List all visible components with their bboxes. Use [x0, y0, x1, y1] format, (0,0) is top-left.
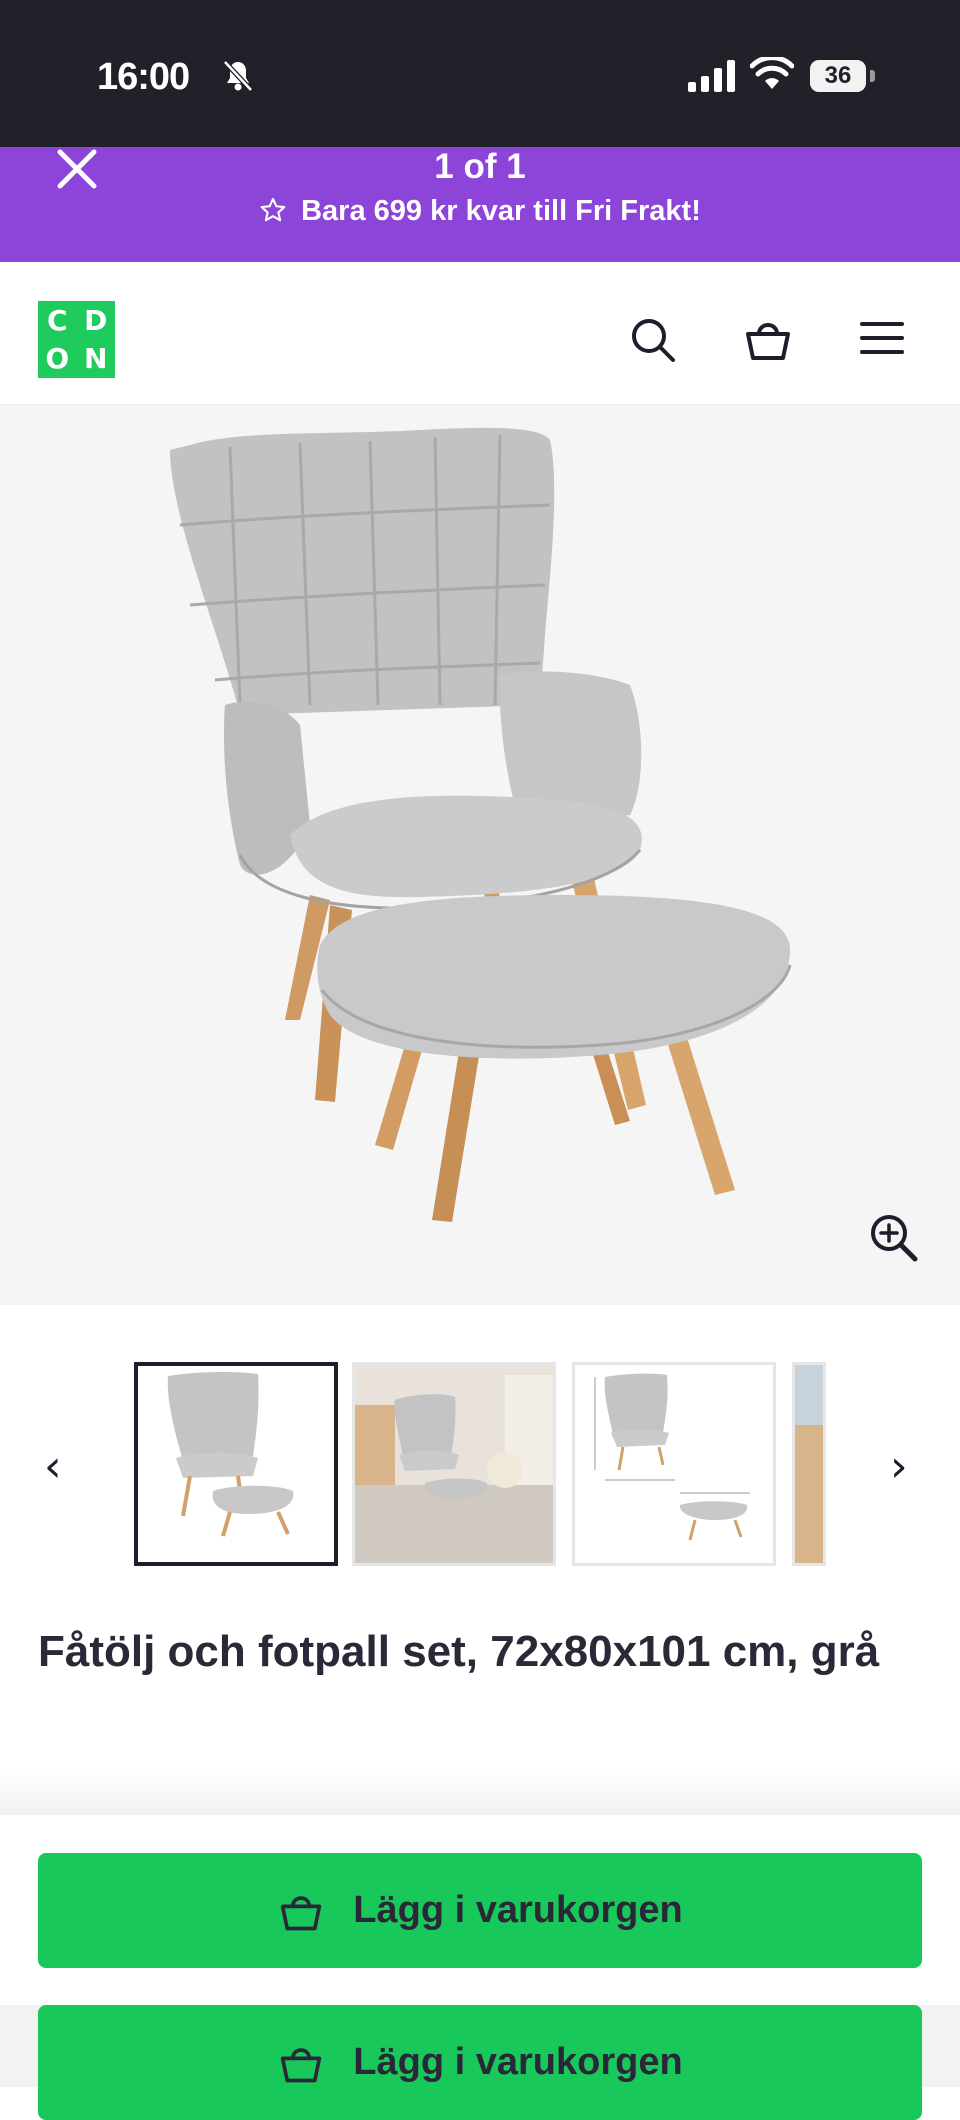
thumbnail-next-arrow[interactable]: › — [890, 1445, 908, 1489]
close-icon[interactable] — [54, 146, 100, 192]
thumbnail-3[interactable] — [572, 1362, 776, 1566]
add-to-cart-label: Lägg i varukorgen — [353, 2041, 683, 2083]
thumbnail-room-image — [355, 1365, 553, 1563]
search-icon[interactable] — [628, 315, 678, 365]
battery-tip — [870, 70, 875, 82]
add-to-cart-label: Lägg i varukorgen — [353, 1889, 683, 1931]
logo-letter: O — [45, 342, 70, 376]
zoom-in-icon[interactable] — [868, 1212, 920, 1264]
thumbnail-2[interactable] — [352, 1362, 556, 1566]
add-to-cart-button[interactable]: Lägg i varukorgen — [38, 1853, 922, 1968]
thumbnail-room-partial-image — [795, 1365, 823, 1563]
product-title: Fåtölj och fotpall set, 72x80x101 cm, gr… — [38, 1627, 880, 1676]
promo-message-row: Bara 699 kr kvar till Fri Frakt! — [0, 191, 960, 231]
promo-counter: 1 of 1 — [434, 147, 526, 186]
cart-icon[interactable] — [742, 314, 794, 364]
star-icon — [260, 197, 286, 222]
logo-letter: C — [46, 303, 68, 337]
bell-muted-icon — [223, 60, 253, 92]
wifi-icon — [750, 57, 794, 89]
thumbnail-chair-image — [138, 1366, 334, 1562]
site-header: C D O N — [0, 262, 960, 405]
menu-icon[interactable] — [858, 318, 906, 358]
add-to-cart-button-secondary[interactable]: Lägg i varukorgen — [38, 2005, 922, 2120]
thumbnail-dimensions-image — [575, 1365, 773, 1563]
cdon-logo[interactable]: C D O N — [38, 301, 115, 378]
logo-letter: N — [84, 342, 108, 376]
status-bar: 16:00 36 — [0, 0, 960, 147]
armchair-with-footstool-image — [170, 427, 792, 1222]
battery-icon: 36 — [810, 60, 866, 92]
thumbnail-prev-arrow[interactable]: ‹ — [44, 1445, 62, 1489]
promo-message: Bara 699 kr kvar till Fri Frakt! — [301, 195, 701, 227]
product-main-image[interactable] — [0, 405, 960, 1305]
cart-icon — [281, 2047, 322, 2082]
cart-icon — [281, 1895, 322, 1930]
status-time: 16:00 — [97, 56, 190, 98]
thumbnail-1[interactable] — [134, 1362, 338, 1566]
thumbnail-4[interactable] — [792, 1362, 826, 1566]
signal-icon — [688, 60, 735, 92]
promo-banner[interactable]: 1 of 1 Bara 699 kr kvar till Fri Frakt! — [0, 147, 960, 262]
sticky-shadow — [0, 1770, 960, 1815]
logo-letter: D — [84, 303, 108, 337]
